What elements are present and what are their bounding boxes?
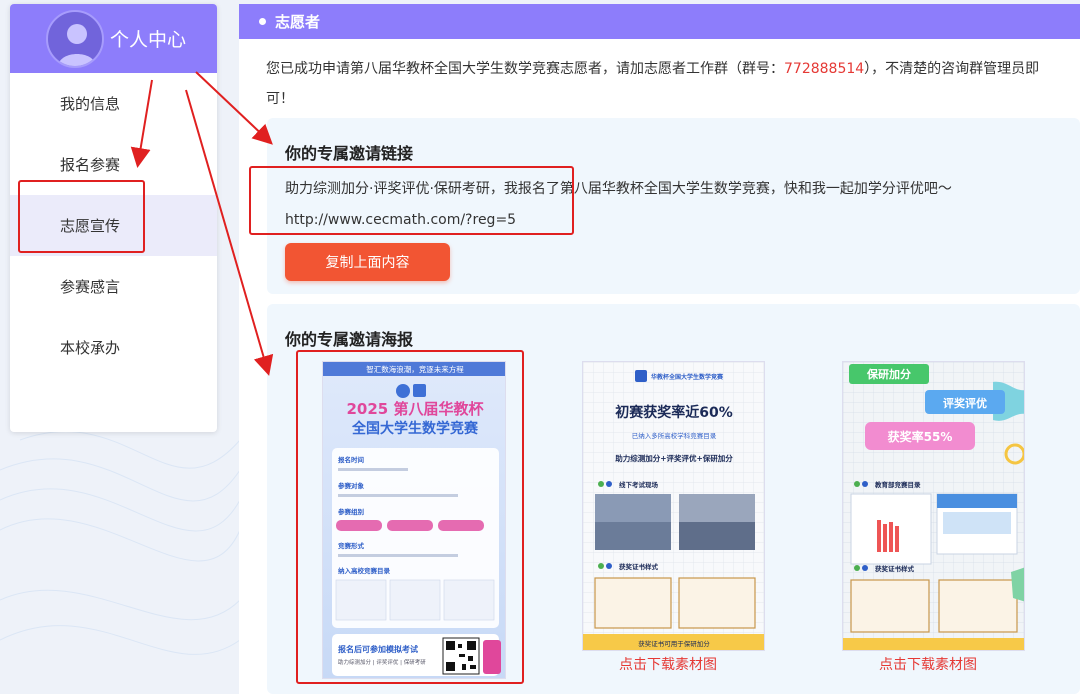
page-title: 志愿者 (275, 13, 321, 31)
bullet-icon (259, 18, 266, 25)
annotation-box-sidebar (18, 180, 145, 253)
poster-3-tag-2: 评奖评优 (943, 396, 987, 410)
sidebar-item-my-info[interactable]: 我的信息 (10, 73, 217, 134)
sidebar-title: 个人中心 (110, 29, 187, 51)
avatar-icon (46, 9, 104, 68)
volunteer-notice: 您已成功申请第八届华教杯全国大学生数学竞赛志愿者，请加志愿者工作群（群号：772… (266, 61, 1040, 107)
annotation-box-poster (296, 350, 524, 684)
poster-3-section-2: 获奖证书样式 (875, 564, 915, 573)
copy-content-button[interactable]: 复制上面内容 (285, 243, 450, 281)
sidebar-item-label: 我的信息 (60, 95, 121, 113)
sidebar-item-label: 本校承办 (60, 339, 121, 357)
main-header: 志愿者 (239, 4, 1080, 39)
sidebar-item-host-school[interactable]: 本校承办 (10, 317, 217, 378)
sidebar-item-testimonials[interactable]: 参赛感言 (10, 256, 217, 317)
poster-2-subline: 已纳入多所高校学科竞赛目录 (632, 431, 717, 440)
invite-link-title: 你的专属邀请链接 (285, 144, 414, 163)
poster-3-tag-3: 获奖率55% (887, 429, 953, 444)
poster-2-header: 华教杯全国大学生数学竞赛 (651, 373, 724, 381)
poster-3-section-1: 教育部竞赛目录 (874, 480, 921, 489)
poster-2-section-1: 线下考试现场 (619, 480, 659, 489)
annotation-box-link (249, 166, 574, 235)
poster-2-image[interactable]: 华教杯全国大学生数学竞赛 初赛获奖率近60% 已纳入多所高校学科竞赛目录 助力综… (582, 361, 765, 651)
poster-3-image[interactable]: 保研加分 评奖评优 获奖率55% 教育部竞赛目录 获奖证书样式 (842, 361, 1025, 651)
poster-2-footer: 获奖证书可用于保研加分 (638, 639, 710, 648)
invite-poster-title: 你的专属邀请海报 (285, 330, 414, 349)
poster-2-section-2: 获奖证书样式 (619, 562, 659, 571)
group-number: 772888514 (784, 61, 865, 77)
poster-3-tag-1: 保研加分 (866, 367, 911, 381)
poster-2-download-link[interactable]: 点击下载素材图 (619, 654, 717, 674)
sidebar-item-label: 报名参赛 (60, 156, 121, 174)
poster-3-download-link[interactable]: 点击下载素材图 (879, 654, 977, 674)
poster-2-tagline: 助力综测加分+评奖评优+保研加分 (615, 453, 733, 463)
sidebar-item-label: 参赛感言 (60, 278, 121, 296)
sidebar-header: 个人中心 (10, 4, 217, 73)
poster-2-headline: 初赛获奖率近60% (615, 404, 733, 421)
